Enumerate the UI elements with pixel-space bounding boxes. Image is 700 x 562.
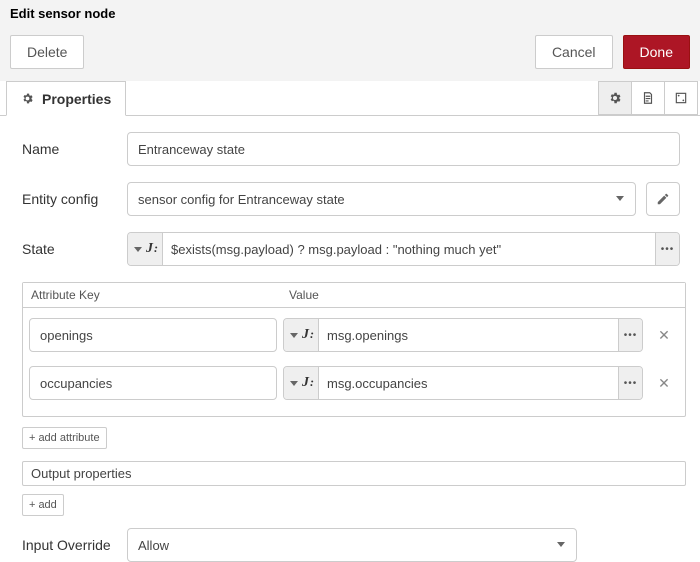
- state-type-selector[interactable]: J: [128, 233, 163, 265]
- close-icon: ✕: [658, 375, 670, 392]
- chevron-down-icon: [290, 333, 298, 338]
- attribute-value-type-selector[interactable]: J: [284, 367, 319, 399]
- ellipsis-icon: •••: [624, 378, 638, 389]
- add-output-button[interactable]: + add: [22, 494, 64, 516]
- jsonata-icon: J: [302, 327, 312, 343]
- box-icon: [674, 91, 688, 105]
- attributes-table: Attribute Key Value J ••• ✕: [22, 282, 686, 417]
- cancel-button[interactable]: Cancel: [535, 35, 613, 69]
- output-properties-box: Output properties: [22, 461, 686, 486]
- chevron-down-icon: [134, 247, 142, 252]
- column-value: Value: [281, 283, 327, 307]
- attribute-key-input[interactable]: [29, 366, 277, 400]
- column-attribute-key: Attribute Key: [23, 283, 281, 307]
- entity-config-select[interactable]: sensor config for Entranceway state: [127, 182, 636, 216]
- input-override-label: Input Override: [22, 537, 117, 553]
- attribute-value-input[interactable]: [319, 319, 618, 351]
- jsonata-icon: J: [302, 375, 312, 391]
- tab-settings-icon-button[interactable]: [598, 81, 632, 115]
- input-override-select[interactable]: Allow: [127, 528, 577, 562]
- name-input[interactable]: [127, 132, 680, 166]
- tab-appearance-icon-button[interactable]: [664, 81, 698, 115]
- tab-properties[interactable]: Properties: [6, 81, 126, 116]
- close-icon: ✕: [658, 327, 670, 344]
- tab-label: Properties: [42, 91, 111, 107]
- attribute-value-expand[interactable]: •••: [618, 319, 642, 351]
- plus-icon: +: [29, 499, 35, 511]
- gear-icon: [21, 92, 34, 105]
- attribute-value-type-selector[interactable]: J: [284, 319, 319, 351]
- delete-button[interactable]: Delete: [10, 35, 84, 69]
- attribute-row: J ••• ✕: [27, 318, 681, 352]
- attribute-row: J ••• ✕: [27, 366, 681, 400]
- add-output-label: add: [38, 499, 56, 511]
- attribute-value-input[interactable]: [319, 367, 618, 399]
- attribute-key-input[interactable]: [29, 318, 277, 352]
- gear-icon: [608, 91, 622, 105]
- pencil-icon: [656, 192, 670, 206]
- name-label: Name: [22, 141, 117, 157]
- done-button[interactable]: Done: [623, 35, 690, 69]
- ellipsis-icon: •••: [624, 330, 638, 341]
- add-attribute-label: add attribute: [38, 432, 99, 444]
- state-label: State: [22, 241, 117, 257]
- add-attribute-button[interactable]: + add attribute: [22, 427, 107, 449]
- chevron-down-icon: [290, 381, 298, 386]
- state-expand-button[interactable]: •••: [655, 233, 679, 265]
- attribute-remove-button[interactable]: ✕: [649, 368, 679, 398]
- document-icon: [641, 91, 655, 105]
- dialog-title: Edit sensor node: [10, 0, 690, 25]
- jsonata-icon: J: [146, 241, 156, 257]
- ellipsis-icon: •••: [661, 244, 675, 255]
- plus-icon: +: [29, 432, 35, 444]
- edit-entity-button[interactable]: [646, 182, 680, 216]
- tab-description-icon-button[interactable]: [631, 81, 665, 115]
- entity-config-label: Entity config: [22, 191, 117, 207]
- attribute-value-expand[interactable]: •••: [618, 367, 642, 399]
- attribute-remove-button[interactable]: ✕: [649, 320, 679, 350]
- state-input[interactable]: [163, 233, 655, 265]
